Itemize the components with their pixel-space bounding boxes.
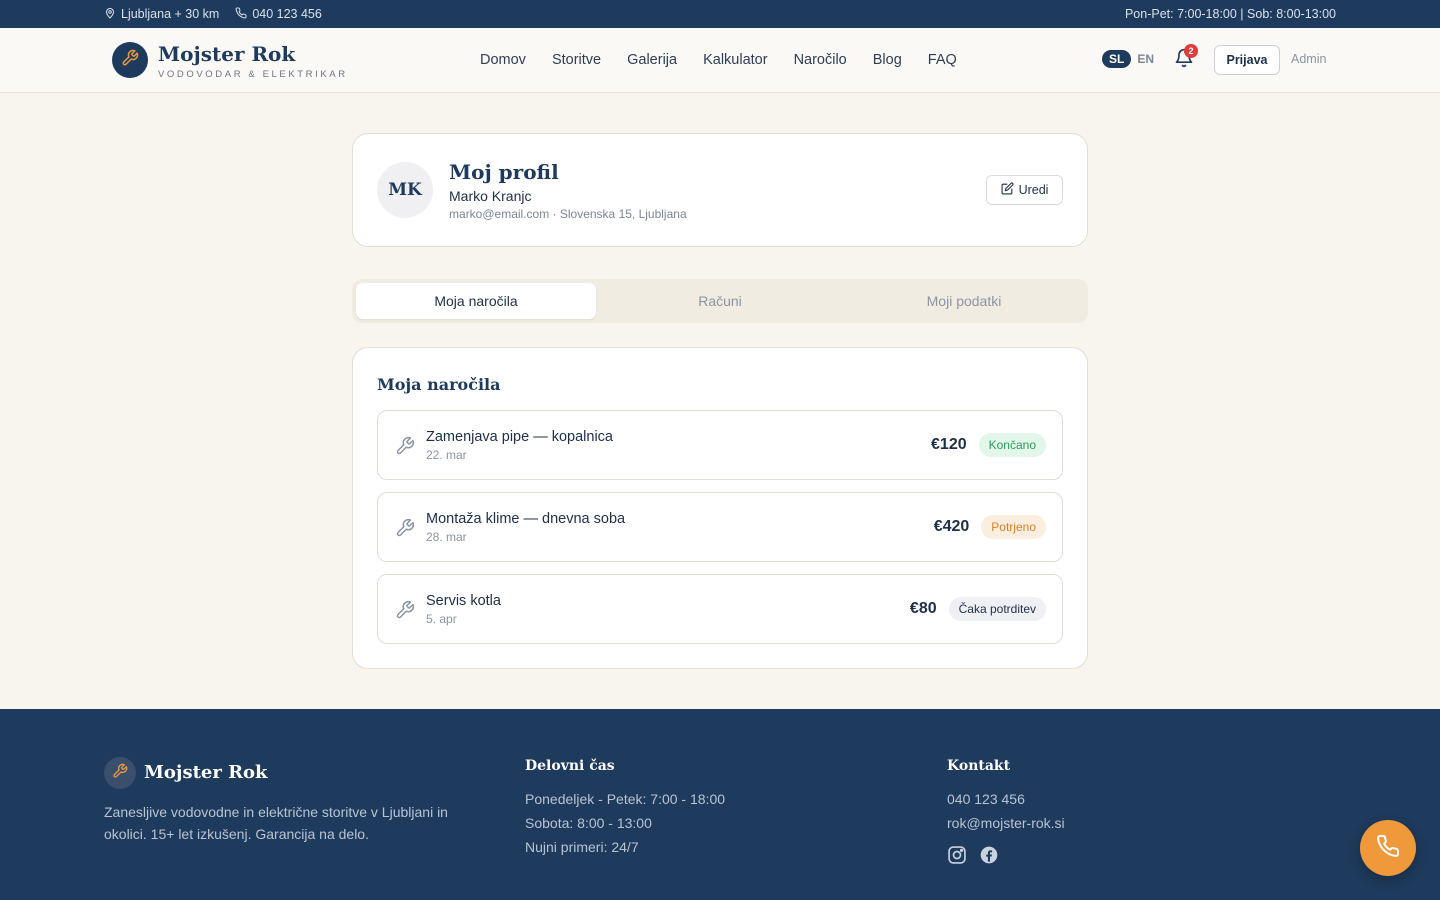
- tab-orders[interactable]: Moja naročila: [356, 283, 596, 319]
- nav-item-faq[interactable]: FAQ: [928, 52, 957, 68]
- phone-icon: [235, 6, 247, 22]
- profile-card: MK Moj profil Marko Kranjc marko@email.c…: [352, 133, 1088, 247]
- nav-item-storitve[interactable]: Storitve: [552, 52, 601, 68]
- lang-sl-button[interactable]: SL: [1102, 50, 1132, 68]
- edit-label: Uredi: [1018, 183, 1049, 197]
- page-title: Moj profil: [449, 160, 559, 184]
- phone-text: 040 123 456: [252, 7, 322, 21]
- profile-name: Marko Kranjc: [449, 188, 532, 204]
- social-links: [947, 845, 999, 870]
- edit-icon: [1001, 182, 1014, 198]
- order-date: 28. mar: [426, 530, 467, 544]
- footer-brand: Mojster Rok: [144, 762, 268, 783]
- opening-hours: Pon-Pet: 7:00-18:00 | Sob: 8:00-13:00: [1124, 7, 1336, 21]
- wrench-icon: [395, 436, 415, 456]
- edit-profile-button[interactable]: Uredi: [986, 175, 1063, 205]
- footer-hours-line: Nujni primeri: 24/7: [525, 839, 639, 855]
- nav-item-kalkulator[interactable]: Kalkulator: [703, 52, 767, 68]
- footer-contact-email[interactable]: rok@mojster-rok.si: [947, 815, 1065, 831]
- phone-info[interactable]: 040 123 456: [235, 6, 322, 22]
- main-header: Mojster Rok VODOVODAR & ELEKTRIKAR Domov…: [0, 28, 1440, 93]
- footer-logo: [104, 757, 136, 789]
- wrench-icon: [112, 763, 128, 784]
- order-row[interactable]: Servis kotla 5. apr €80 Čaka potrditev: [377, 574, 1063, 644]
- language-switcher: SL EN: [1102, 50, 1154, 68]
- order-date: 22. mar: [426, 448, 467, 462]
- notification-count-badge: 2: [1184, 44, 1198, 58]
- instagram-icon[interactable]: [947, 845, 967, 870]
- footer-contact-title: Kontakt: [947, 758, 1011, 774]
- location-info: Ljubljana + 30 km: [104, 7, 219, 22]
- footer: Mojster Rok Zanesljive vodovodne in elek…: [0, 709, 1440, 900]
- status-badge: Končano: [978, 433, 1046, 457]
- tab-invoices[interactable]: Računi: [600, 283, 840, 319]
- phone-icon: [1376, 834, 1400, 863]
- wrench-icon: [395, 518, 415, 538]
- order-price: €120: [931, 436, 967, 453]
- order-title: Servis kotla: [426, 593, 501, 609]
- nav-item-blog[interactable]: Blog: [873, 52, 902, 68]
- footer-hours-title: Delovni čas: [525, 758, 615, 774]
- nav-item-galerija[interactable]: Galerija: [627, 52, 677, 68]
- footer-hours-line: Sobota: 8:00 - 13:00: [525, 815, 652, 831]
- nav-item-narocilo[interactable]: Naročilo: [794, 52, 847, 68]
- order-price: €80: [909, 600, 937, 617]
- admin-link[interactable]: Admin: [1291, 52, 1326, 66]
- order-title: Montaža klime — dnevna soba: [426, 511, 626, 527]
- order-row[interactable]: Montaža klime — dnevna soba 28. mar €420…: [377, 492, 1063, 562]
- order-price: €420: [933, 518, 970, 535]
- login-button[interactable]: Prijava: [1214, 45, 1280, 75]
- lang-en-button[interactable]: EN: [1137, 52, 1154, 66]
- location-text: Ljubljana + 30 km: [121, 7, 220, 21]
- wrench-icon: [395, 600, 415, 620]
- top-info-bar: Ljubljana + 30 km 040 123 456 Pon-Pet: 7…: [0, 0, 1440, 28]
- logo[interactable]: [112, 42, 148, 78]
- map-pin-icon: [104, 7, 116, 22]
- facebook-icon[interactable]: [979, 845, 999, 870]
- order-title: Zamenjava pipe — kopalnica: [426, 429, 613, 445]
- call-button[interactable]: [1360, 820, 1416, 876]
- wrench-icon: [121, 49, 139, 72]
- orders-card: Moja naročila Zamenjava pipe — kopalnica…: [352, 347, 1088, 669]
- profile-contact-meta: marko@email.com · Slovenska 15, Ljubljan…: [449, 207, 687, 221]
- footer-hours-line: Ponedeljek - Petek: 7:00 - 18:00: [525, 791, 726, 807]
- brand-name[interactable]: Mojster Rok: [158, 42, 295, 66]
- order-row[interactable]: Zamenjava pipe — kopalnica 22. mar €120 …: [377, 410, 1063, 480]
- orders-title: Moja naročila: [377, 375, 501, 394]
- nav-item-domov[interactable]: Domov: [480, 52, 526, 68]
- order-date: 5. apr: [426, 612, 457, 626]
- brand-tagline: VODOVODAR & ELEKTRIKAR: [158, 69, 348, 80]
- footer-description: Zanesljive vodovodne in električne stori…: [104, 804, 448, 842]
- notifications-button[interactable]: 2: [1174, 44, 1198, 70]
- status-badge: Čaka potrditev: [948, 597, 1046, 621]
- main-nav: Domov Storitve Galerija Kalkulator Naroč…: [480, 28, 957, 92]
- profile-tabs: Moja naročila Računi Moji podatki: [352, 279, 1088, 323]
- avatar: MK: [377, 162, 433, 218]
- tab-my-data[interactable]: Moji podatki: [844, 283, 1084, 319]
- status-badge: Potrjeno: [981, 515, 1046, 539]
- footer-contact-phone[interactable]: 040 123 456: [947, 791, 1025, 807]
